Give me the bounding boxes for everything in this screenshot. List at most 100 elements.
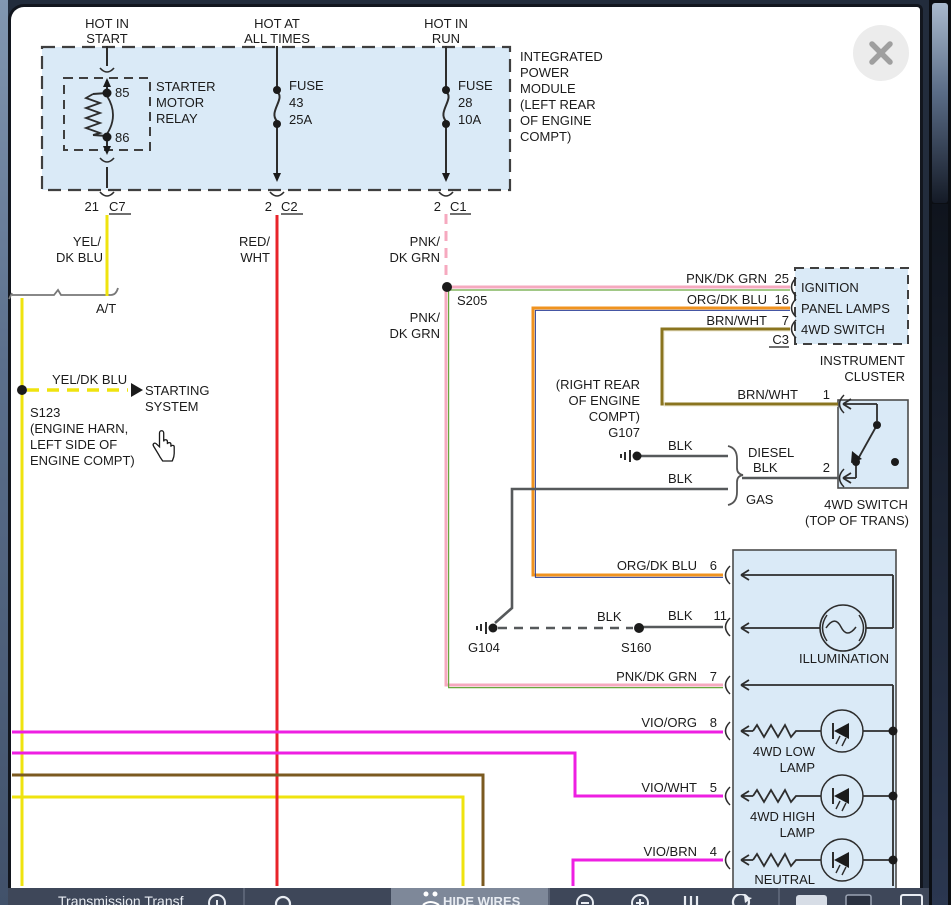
pin-2b: 2 (434, 199, 441, 214)
toolbar-separator (548, 888, 550, 905)
scrollbar-thumb[interactable] (932, 3, 948, 203)
close-icon (853, 25, 909, 81)
svg-text:WHT: WHT (240, 250, 270, 265)
svg-text:25A: 25A (289, 112, 312, 127)
pin4-wire: VIO/BRN (644, 844, 697, 859)
svg-text:7: 7 (710, 669, 717, 684)
svg-text:RELAY: RELAY (156, 111, 198, 126)
starting-system-label: STARTING (145, 383, 210, 398)
lamp-4wd-high-label: 4WD HIGH (750, 809, 815, 824)
toolbar-title[interactable]: Transmission Transf (58, 893, 184, 905)
rotate-icon[interactable] (730, 894, 754, 905)
starting-wire-label: YEL/DK BLU (52, 372, 127, 387)
cluster-row-ignition: IGNITION (801, 280, 859, 295)
wiring-diagram: HOT IN START HOT AT ALL TIMES HOT IN RUN… (0, 0, 951, 905)
svg-text:DK BLU: DK BLU (56, 250, 103, 265)
svg-text:5: 5 (710, 780, 717, 795)
window-edge-strip (0, 0, 8, 905)
svg-text:4: 4 (710, 844, 717, 859)
svg-text:6: 6 (710, 558, 717, 573)
svg-text:POWER: POWER (520, 65, 569, 80)
relay-name: STARTER (156, 79, 215, 94)
wire-blk-gas (495, 489, 728, 623)
svg-text:COMPT): COMPT) (589, 409, 640, 424)
pin6-wire: ORG/DK BLU (617, 558, 697, 573)
toolbar-separator (243, 888, 245, 905)
hide-wires-button[interactable]: HIDE WIRES (391, 888, 548, 905)
wire-yel-horizontal (12, 797, 463, 886)
svg-text:COMPT): COMPT) (520, 129, 571, 144)
sliders-icon[interactable] (680, 894, 702, 905)
svg-text:CLUSTER: CLUSTER (844, 369, 905, 384)
svg-text:G107: G107 (608, 425, 640, 440)
display-icon[interactable] (795, 894, 829, 905)
svg-text:8: 8 (710, 715, 717, 730)
pin-21: 21 (85, 199, 99, 214)
window-icon[interactable] (899, 894, 925, 905)
fuse-28: FUSE (458, 78, 493, 93)
illumination-label: ILLUMINATION (799, 651, 889, 666)
toolbar-separator (778, 888, 780, 905)
svg-text:ENGINE COMPT): ENGINE COMPT) (30, 453, 135, 468)
svg-text:OF ENGINE: OF ENGINE (568, 393, 640, 408)
connector-c2-link[interactable]: C2 (281, 199, 298, 214)
svg-text:LEFT SIDE OF: LEFT SIDE OF (30, 437, 117, 452)
relay-pin-86: 86 (115, 130, 129, 145)
g104-label: G104 (468, 640, 500, 655)
svg-text:LAMP: LAMP (780, 760, 815, 775)
header-hot-in-run: HOT IN (424, 16, 468, 31)
zoom-in-icon[interactable] (629, 894, 651, 905)
cursor-pointer-icon (153, 431, 174, 461)
svg-text:25: 25 (775, 271, 789, 286)
wire-label-pnk-upper: PNK/ (410, 234, 441, 249)
svg-text:DK GRN: DK GRN (389, 326, 440, 341)
wire-vio-brn (573, 860, 723, 886)
ipm-label: INTEGRATED (520, 49, 603, 64)
hide-wires-icon (419, 891, 443, 905)
svg-text:16: 16 (775, 292, 789, 307)
zoom-out-icon[interactable] (574, 894, 596, 905)
panel-icon[interactable] (845, 894, 873, 905)
search-icon[interactable] (272, 894, 296, 905)
connector-c1-link[interactable]: C1 (450, 199, 467, 214)
lamp-neutral-label: NEUTRAL (754, 872, 815, 887)
svg-text:DK GRN: DK GRN (389, 250, 440, 265)
svg-text:OF ENGINE: OF ENGINE (520, 113, 592, 128)
svg-text:RUN: RUN (432, 31, 460, 46)
svg-text:MOTOR: MOTOR (156, 95, 204, 110)
bottom-toolbar: Transmission Transf HIDE WIRES (8, 888, 951, 905)
svg-text:(LEFT REAR: (LEFT REAR (520, 97, 596, 112)
cluster-wire-16: ORG/DK BLU (687, 292, 767, 307)
at-label: A/T (96, 301, 116, 316)
svg-text:2: 2 (823, 460, 830, 475)
header-hot-in-start: HOT IN (85, 16, 129, 31)
header-hot-at-all-times: HOT AT (254, 16, 300, 31)
viewer-stage: HOT IN START HOT AT ALL TIMES HOT IN RUN… (0, 0, 951, 905)
svg-text:START: START (86, 31, 127, 46)
relay-pin-85: 85 (115, 85, 129, 100)
pin8-wire: VIO/ORG (641, 715, 697, 730)
pin-2a: 2 (265, 199, 272, 214)
wire-label-pnk-lower: PNK/ (410, 310, 441, 325)
connector-c3-link[interactable]: C3 (772, 332, 789, 347)
wire-label-yel: YEL/ (73, 234, 102, 249)
blk-diesel-label: BLK (668, 438, 693, 453)
svg-text:LAMP: LAMP (780, 825, 815, 840)
splice-s160: S160 (621, 640, 651, 655)
connector-c7-link[interactable]: C7 (109, 199, 126, 214)
wire-pnk-to-pin7 (446, 287, 723, 685)
info-icon[interactable] (206, 894, 228, 905)
wire-brown (12, 775, 483, 886)
gas-label: GAS (746, 492, 774, 507)
diesel-label: DIESEL (748, 445, 794, 460)
svg-text:(TOP OF TRANS): (TOP OF TRANS) (805, 513, 909, 528)
scrollbar (929, 0, 951, 905)
cluster-wire-25: PNK/DK GRN (686, 271, 767, 286)
pin7-wire: PNK/DK GRN (616, 669, 697, 684)
g107-label: (RIGHT REAR (556, 377, 640, 392)
cluster-row-panel-lamps: PANEL LAMPS (801, 301, 890, 316)
scrollbar-track[interactable] (932, 204, 948, 905)
close-button[interactable] (853, 25, 909, 81)
switch-pin2-wire: BLK (753, 460, 778, 475)
svg-text:10A: 10A (458, 112, 481, 127)
